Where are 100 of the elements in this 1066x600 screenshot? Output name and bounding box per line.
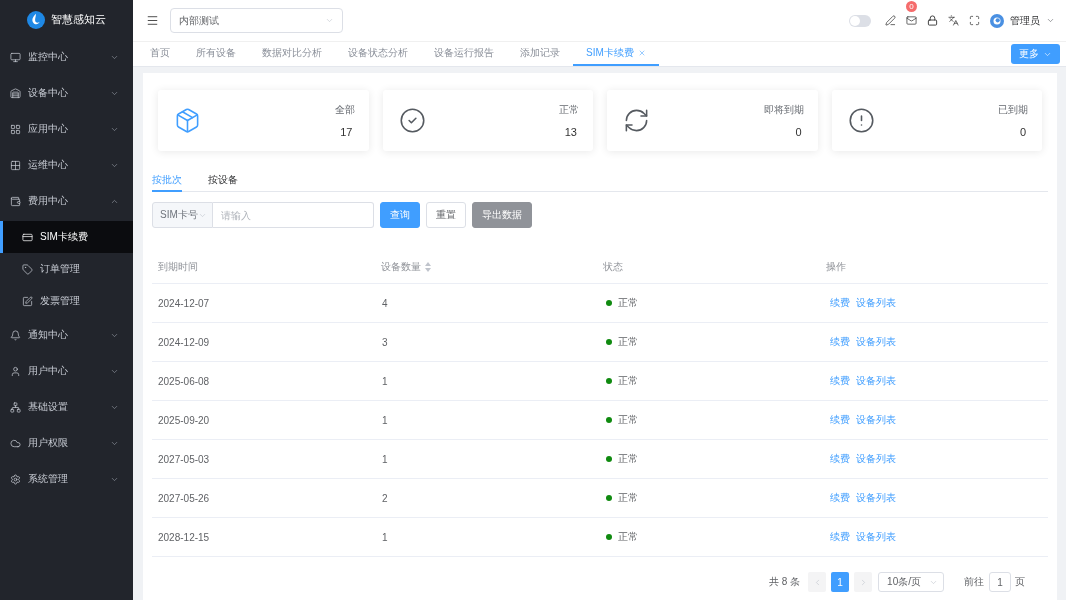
menu-icon[interactable] — [146, 14, 159, 27]
menu-item[interactable]: 监控中心 — [0, 39, 133, 75]
field-select[interactable]: SIM卡号 — [152, 202, 213, 228]
search-field[interactable]: 请输入 — [213, 202, 374, 228]
page-tab[interactable]: 设备状态分析 — [335, 42, 421, 66]
page-input[interactable]: 1 — [989, 572, 1011, 592]
stat-card[interactable]: 即将到期 0 — [607, 90, 818, 151]
card-icon — [22, 231, 33, 243]
table-cell: 1 — [382, 375, 388, 387]
column-header: 状态 — [603, 259, 623, 274]
page-tab[interactable]: 添加记录 — [507, 42, 573, 66]
table-cell: 2027-05-03 — [158, 453, 210, 465]
table-cell: 2025-06-08 — [158, 375, 210, 387]
action-link[interactable]: 续费 — [830, 335, 850, 349]
table-cell: 2024-12-09 — [158, 336, 210, 348]
menu-item[interactable]: 用户权限 — [0, 425, 133, 461]
chevron-down-icon — [325, 16, 334, 25]
action-link[interactable]: 续费 — [830, 296, 850, 310]
status-label: 正常 — [618, 374, 638, 388]
grid-icon — [10, 123, 21, 135]
chevron-down-icon — [1046, 16, 1055, 25]
view-tab[interactable]: 按批次 — [152, 170, 182, 192]
action-link[interactable]: 设备列表 — [856, 374, 896, 388]
reset-button[interactable]: 重置 — [426, 202, 466, 228]
stat-card[interactable]: 全部 17 — [158, 90, 369, 151]
view-tab[interactable]: 按设备 — [208, 170, 238, 192]
warehouse-icon — [10, 87, 21, 99]
page-button[interactable]: 1 — [831, 572, 850, 592]
page-tab[interactable]: SIM卡续费 — [573, 42, 659, 66]
mail-icon[interactable] — [906, 15, 917, 26]
action-link[interactable]: 设备列表 — [856, 491, 896, 505]
submenu-item[interactable]: 订单管理 — [0, 253, 133, 285]
lock-icon[interactable] — [927, 15, 938, 26]
table-cell: 2024-12-07 — [158, 297, 210, 309]
action-link[interactable]: 续费 — [830, 413, 850, 427]
column-header: 操作 — [825, 259, 846, 274]
menu-item[interactable]: 系统管理 — [0, 461, 133, 497]
more-button[interactable]: 更多 — [1011, 44, 1060, 64]
stat-value: 0 — [795, 126, 802, 138]
action-link[interactable]: 续费 — [830, 491, 850, 505]
fullscreen-icon[interactable] — [969, 15, 980, 26]
menu-item[interactable]: 基础设置 — [0, 389, 133, 425]
stat-card[interactable]: 已到期 0 — [831, 90, 1042, 151]
menu-item[interactable]: 通知中心 — [0, 317, 133, 353]
export-button[interactable]: 导出数据 — [472, 202, 532, 228]
bell-icon — [10, 329, 21, 341]
search-button[interactable]: 查询 — [380, 202, 420, 228]
table-cell: 4 — [382, 297, 388, 309]
logo-text: 智慧感知云 — [51, 12, 106, 27]
action-link[interactable]: 续费 — [830, 452, 850, 466]
page-tab[interactable]: 所有设备 — [183, 42, 249, 66]
pen-icon[interactable] — [885, 15, 896, 26]
table-cell: 1 — [382, 453, 388, 465]
status-label: 正常 — [618, 335, 638, 349]
menu-item[interactable]: 费用中心 — [0, 183, 133, 219]
page-tab[interactable]: 数据对比分析 — [249, 42, 335, 66]
stat-card[interactable]: 正常 13 — [382, 90, 593, 151]
action-link[interactable]: 设备列表 — [856, 413, 896, 427]
action-link[interactable]: 续费 — [830, 530, 850, 544]
status-label: 正常 — [618, 530, 638, 544]
table-cell: 1 — [382, 414, 388, 426]
stat-label: 即将到期 — [763, 103, 804, 117]
status-label: 正常 — [618, 296, 638, 310]
status-label: 正常 — [618, 413, 638, 427]
user-menu[interactable]: 管理员 — [1010, 13, 1055, 28]
total-count: 共 8 条 — [768, 575, 801, 589]
avatar-icon[interactable] — [990, 13, 1004, 28]
toggle-switch[interactable] — [849, 14, 871, 27]
tenant-select[interactable]: 内部测试 — [170, 8, 343, 33]
stat-label: 正常 — [559, 103, 579, 117]
menu-item[interactable]: 用户中心 — [0, 353, 133, 389]
action-link[interactable]: 设备列表 — [856, 452, 896, 466]
stat-label: 全部 — [334, 103, 355, 117]
menu-item[interactable]: 应用中心 — [0, 111, 133, 147]
submenu-item[interactable]: 发票管理 — [0, 285, 133, 317]
action-link[interactable]: 设备列表 — [856, 530, 896, 544]
settings-icon — [10, 473, 21, 485]
table-cell: 2 — [382, 492, 388, 504]
wallet-icon — [10, 195, 21, 207]
table-cell: 2025-09-20 — [158, 414, 210, 426]
stat-label: 已到期 — [998, 103, 1028, 117]
monitor-icon — [10, 51, 21, 63]
action-link[interactable]: 设备列表 — [856, 335, 896, 349]
page-tab[interactable]: 首页 — [137, 42, 183, 66]
menu-item[interactable]: 设备中心 — [0, 75, 133, 111]
page-size-select[interactable]: 10条/页 — [878, 572, 944, 592]
action-link[interactable]: 续费 — [830, 374, 850, 388]
column-header: 到期时间 — [158, 259, 198, 274]
submenu-item[interactable]: SIM卡续费 — [0, 221, 133, 253]
edit-icon — [22, 295, 33, 307]
stat-value: 17 — [340, 126, 353, 138]
tag-icon — [22, 263, 33, 275]
action-link[interactable]: 设备列表 — [856, 296, 896, 310]
table-cell: 2027-05-26 — [158, 492, 210, 504]
column-header[interactable]: 设备数量 — [380, 259, 431, 274]
page-tab[interactable]: 设备运行报告 — [421, 42, 507, 66]
menu-item[interactable]: 运维中心 — [0, 147, 133, 183]
table-cell: 2028-12-15 — [158, 531, 210, 543]
translate-icon[interactable] — [948, 15, 959, 26]
network-icon — [10, 401, 21, 413]
